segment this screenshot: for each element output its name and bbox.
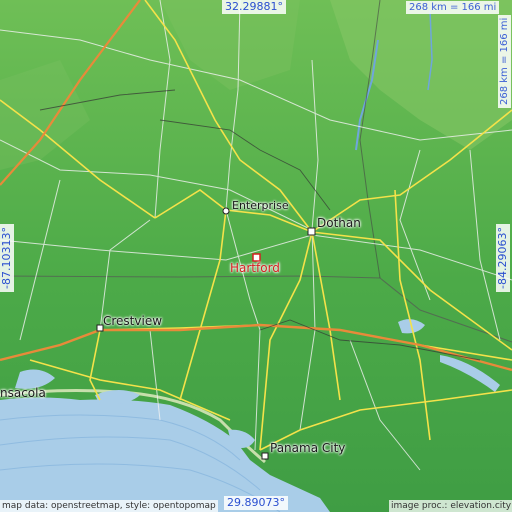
dothan-marker [307,227,316,236]
panama-city-marker [261,452,269,460]
city-label-dothan: Dothan [317,216,361,230]
city-label-crestview: Crestview [103,314,163,328]
vertical-scale-label: 268 km = 166 mi [498,14,511,108]
map-credit: map data: openstreetmap, style: opentopo… [0,500,218,512]
west-coordinate-label: -87.10313° [0,224,14,292]
image-credit: image proc.: elevation.city [389,500,512,512]
horizontal-scale-label: 268 km = 166 mi [406,1,500,14]
terrain-layer [0,0,512,512]
south-coordinate-label: 29.89073° [224,496,288,510]
city-label-enterprise: Enterprise [232,199,289,212]
map-view[interactable]: 32.29881° 29.89073° -87.10313° -84.29063… [0,0,512,512]
city-label-pensacola: nsacola [0,386,46,400]
north-coordinate-label: 32.29881° [222,0,286,14]
enterprise-marker [222,207,230,215]
hartford-marker [252,253,261,262]
highlighted-city-label: Hartford [230,261,280,275]
east-coordinate-label: -84.29063° [496,224,510,292]
city-label-panama-city: Panama City [270,441,346,455]
